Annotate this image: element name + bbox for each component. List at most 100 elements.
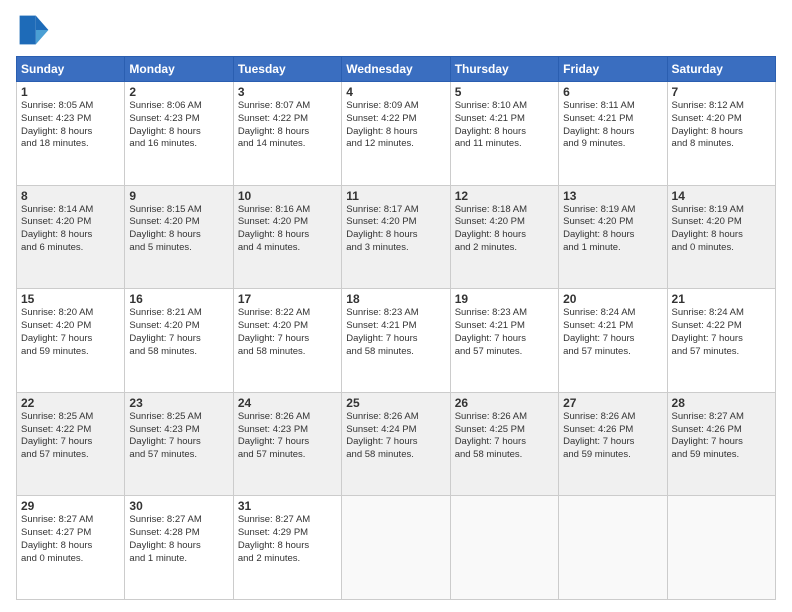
day-info: Sunrise: 8:27 AM Sunset: 4:26 PM Dayligh… xyxy=(672,411,771,462)
calendar-day-cell: 22Sunrise: 8:25 AM Sunset: 4:22 PM Dayli… xyxy=(17,392,125,496)
calendar-day-cell: 21Sunrise: 8:24 AM Sunset: 4:22 PM Dayli… xyxy=(667,289,775,393)
calendar-header-cell: Friday xyxy=(559,57,667,82)
day-info: Sunrise: 8:19 AM Sunset: 4:20 PM Dayligh… xyxy=(672,204,771,255)
calendar-day-cell: 3Sunrise: 8:07 AM Sunset: 4:22 PM Daylig… xyxy=(233,82,341,186)
day-number: 8 xyxy=(21,189,120,203)
day-info: Sunrise: 8:26 AM Sunset: 4:26 PM Dayligh… xyxy=(563,411,662,462)
calendar-day-cell xyxy=(342,496,450,600)
logo-icon xyxy=(16,12,52,48)
day-number: 30 xyxy=(129,499,228,513)
calendar-day-cell xyxy=(559,496,667,600)
day-number: 10 xyxy=(238,189,337,203)
calendar-week-row: 8Sunrise: 8:14 AM Sunset: 4:20 PM Daylig… xyxy=(17,185,776,289)
day-info: Sunrise: 8:25 AM Sunset: 4:22 PM Dayligh… xyxy=(21,411,120,462)
day-number: 14 xyxy=(672,189,771,203)
calendar-day-cell: 26Sunrise: 8:26 AM Sunset: 4:25 PM Dayli… xyxy=(450,392,558,496)
day-number: 29 xyxy=(21,499,120,513)
calendar-day-cell: 29Sunrise: 8:27 AM Sunset: 4:27 PM Dayli… xyxy=(17,496,125,600)
day-number: 22 xyxy=(21,396,120,410)
calendar-header-cell: Tuesday xyxy=(233,57,341,82)
calendar-day-cell: 17Sunrise: 8:22 AM Sunset: 4:20 PM Dayli… xyxy=(233,289,341,393)
day-info: Sunrise: 8:10 AM Sunset: 4:21 PM Dayligh… xyxy=(455,100,554,151)
calendar-day-cell: 18Sunrise: 8:23 AM Sunset: 4:21 PM Dayli… xyxy=(342,289,450,393)
calendar-day-cell: 8Sunrise: 8:14 AM Sunset: 4:20 PM Daylig… xyxy=(17,185,125,289)
calendar-day-cell: 7Sunrise: 8:12 AM Sunset: 4:20 PM Daylig… xyxy=(667,82,775,186)
day-number: 28 xyxy=(672,396,771,410)
day-info: Sunrise: 8:05 AM Sunset: 4:23 PM Dayligh… xyxy=(21,100,120,151)
day-info: Sunrise: 8:23 AM Sunset: 4:21 PM Dayligh… xyxy=(455,307,554,358)
calendar-header-row: SundayMondayTuesdayWednesdayThursdayFrid… xyxy=(17,57,776,82)
day-info: Sunrise: 8:24 AM Sunset: 4:21 PM Dayligh… xyxy=(563,307,662,358)
day-info: Sunrise: 8:07 AM Sunset: 4:22 PM Dayligh… xyxy=(238,100,337,151)
day-info: Sunrise: 8:18 AM Sunset: 4:20 PM Dayligh… xyxy=(455,204,554,255)
calendar-header-cell: Saturday xyxy=(667,57,775,82)
day-number: 21 xyxy=(672,292,771,306)
calendar-week-row: 22Sunrise: 8:25 AM Sunset: 4:22 PM Dayli… xyxy=(17,392,776,496)
header xyxy=(16,12,776,48)
day-info: Sunrise: 8:23 AM Sunset: 4:21 PM Dayligh… xyxy=(346,307,445,358)
calendar-day-cell: 16Sunrise: 8:21 AM Sunset: 4:20 PM Dayli… xyxy=(125,289,233,393)
day-info: Sunrise: 8:11 AM Sunset: 4:21 PM Dayligh… xyxy=(563,100,662,151)
day-number: 15 xyxy=(21,292,120,306)
calendar-day-cell: 6Sunrise: 8:11 AM Sunset: 4:21 PM Daylig… xyxy=(559,82,667,186)
day-number: 18 xyxy=(346,292,445,306)
calendar-day-cell: 10Sunrise: 8:16 AM Sunset: 4:20 PM Dayli… xyxy=(233,185,341,289)
logo xyxy=(16,12,56,48)
day-info: Sunrise: 8:19 AM Sunset: 4:20 PM Dayligh… xyxy=(563,204,662,255)
calendar-body: 1Sunrise: 8:05 AM Sunset: 4:23 PM Daylig… xyxy=(17,82,776,600)
calendar-day-cell: 14Sunrise: 8:19 AM Sunset: 4:20 PM Dayli… xyxy=(667,185,775,289)
day-number: 16 xyxy=(129,292,228,306)
calendar-day-cell: 9Sunrise: 8:15 AM Sunset: 4:20 PM Daylig… xyxy=(125,185,233,289)
calendar-week-row: 1Sunrise: 8:05 AM Sunset: 4:23 PM Daylig… xyxy=(17,82,776,186)
calendar-day-cell: 12Sunrise: 8:18 AM Sunset: 4:20 PM Dayli… xyxy=(450,185,558,289)
day-number: 23 xyxy=(129,396,228,410)
day-number: 19 xyxy=(455,292,554,306)
calendar-table: SundayMondayTuesdayWednesdayThursdayFrid… xyxy=(16,56,776,600)
day-info: Sunrise: 8:26 AM Sunset: 4:25 PM Dayligh… xyxy=(455,411,554,462)
day-info: Sunrise: 8:27 AM Sunset: 4:29 PM Dayligh… xyxy=(238,514,337,565)
page: SundayMondayTuesdayWednesdayThursdayFrid… xyxy=(0,0,792,612)
day-number: 2 xyxy=(129,85,228,99)
calendar-day-cell xyxy=(450,496,558,600)
day-info: Sunrise: 8:27 AM Sunset: 4:28 PM Dayligh… xyxy=(129,514,228,565)
day-number: 5 xyxy=(455,85,554,99)
day-number: 11 xyxy=(346,189,445,203)
day-info: Sunrise: 8:09 AM Sunset: 4:22 PM Dayligh… xyxy=(346,100,445,151)
calendar-header-cell: Wednesday xyxy=(342,57,450,82)
calendar-day-cell: 28Sunrise: 8:27 AM Sunset: 4:26 PM Dayli… xyxy=(667,392,775,496)
day-info: Sunrise: 8:27 AM Sunset: 4:27 PM Dayligh… xyxy=(21,514,120,565)
day-number: 3 xyxy=(238,85,337,99)
calendar-day-cell: 15Sunrise: 8:20 AM Sunset: 4:20 PM Dayli… xyxy=(17,289,125,393)
day-number: 6 xyxy=(563,85,662,99)
calendar-day-cell: 24Sunrise: 8:26 AM Sunset: 4:23 PM Dayli… xyxy=(233,392,341,496)
calendar-day-cell: 19Sunrise: 8:23 AM Sunset: 4:21 PM Dayli… xyxy=(450,289,558,393)
calendar-day-cell: 30Sunrise: 8:27 AM Sunset: 4:28 PM Dayli… xyxy=(125,496,233,600)
calendar-day-cell: 11Sunrise: 8:17 AM Sunset: 4:20 PM Dayli… xyxy=(342,185,450,289)
calendar-day-cell: 5Sunrise: 8:10 AM Sunset: 4:21 PM Daylig… xyxy=(450,82,558,186)
day-info: Sunrise: 8:25 AM Sunset: 4:23 PM Dayligh… xyxy=(129,411,228,462)
day-number: 9 xyxy=(129,189,228,203)
day-info: Sunrise: 8:14 AM Sunset: 4:20 PM Dayligh… xyxy=(21,204,120,255)
day-info: Sunrise: 8:20 AM Sunset: 4:20 PM Dayligh… xyxy=(21,307,120,358)
day-info: Sunrise: 8:06 AM Sunset: 4:23 PM Dayligh… xyxy=(129,100,228,151)
day-number: 17 xyxy=(238,292,337,306)
day-number: 25 xyxy=(346,396,445,410)
day-info: Sunrise: 8:15 AM Sunset: 4:20 PM Dayligh… xyxy=(129,204,228,255)
day-info: Sunrise: 8:16 AM Sunset: 4:20 PM Dayligh… xyxy=(238,204,337,255)
day-info: Sunrise: 8:26 AM Sunset: 4:24 PM Dayligh… xyxy=(346,411,445,462)
day-info: Sunrise: 8:17 AM Sunset: 4:20 PM Dayligh… xyxy=(346,204,445,255)
day-number: 27 xyxy=(563,396,662,410)
day-number: 12 xyxy=(455,189,554,203)
day-number: 24 xyxy=(238,396,337,410)
calendar-header-cell: Thursday xyxy=(450,57,558,82)
day-number: 4 xyxy=(346,85,445,99)
calendar-header-cell: Sunday xyxy=(17,57,125,82)
calendar-day-cell: 1Sunrise: 8:05 AM Sunset: 4:23 PM Daylig… xyxy=(17,82,125,186)
calendar-week-row: 15Sunrise: 8:20 AM Sunset: 4:20 PM Dayli… xyxy=(17,289,776,393)
calendar-day-cell: 23Sunrise: 8:25 AM Sunset: 4:23 PM Dayli… xyxy=(125,392,233,496)
day-info: Sunrise: 8:26 AM Sunset: 4:23 PM Dayligh… xyxy=(238,411,337,462)
calendar-day-cell: 20Sunrise: 8:24 AM Sunset: 4:21 PM Dayli… xyxy=(559,289,667,393)
calendar-day-cell xyxy=(667,496,775,600)
day-number: 20 xyxy=(563,292,662,306)
day-number: 13 xyxy=(563,189,662,203)
